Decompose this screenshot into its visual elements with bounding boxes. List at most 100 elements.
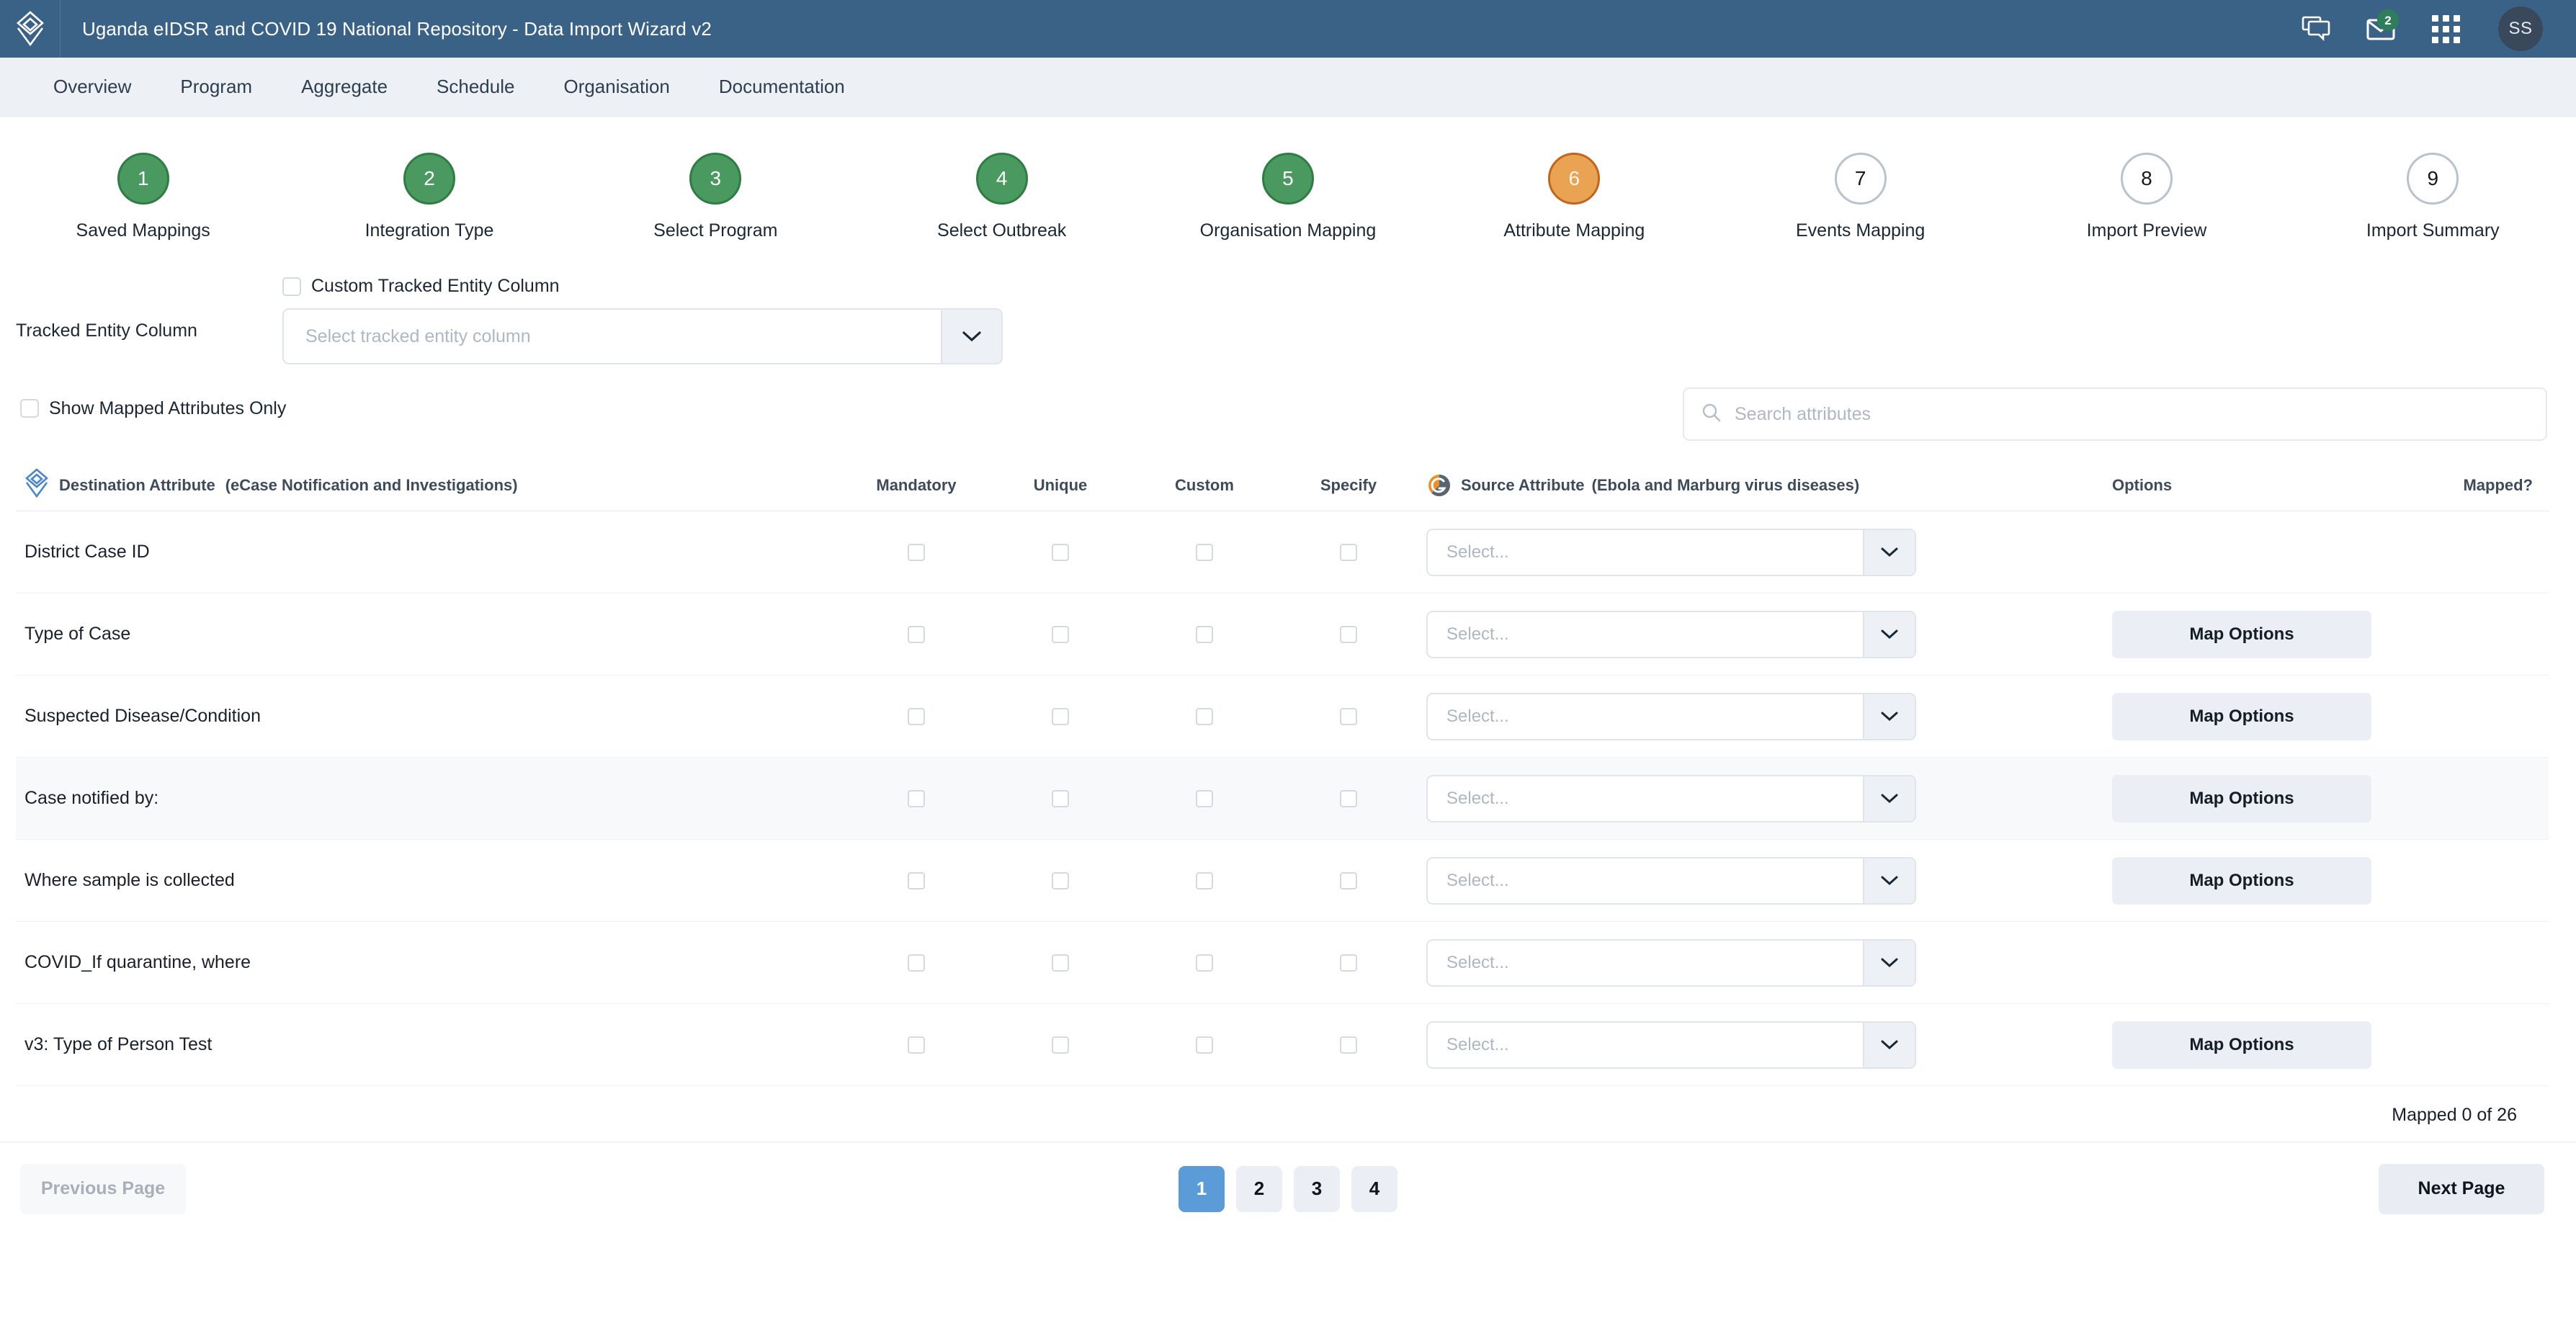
source-attribute-cell: Select... <box>1421 938 2083 987</box>
unique-checkbox[interactable] <box>1052 707 1069 725</box>
wizard-step-8[interactable]: 8 Import Preview <box>2003 153 2289 241</box>
search-attributes-input[interactable]: Search attributes <box>1683 387 2547 441</box>
map-options-button[interactable]: Map Options <box>2112 610 2371 658</box>
source-attribute-select[interactable]: Select... <box>1426 692 1916 740</box>
wizard-step-2[interactable]: 2 Integration Type <box>286 153 572 241</box>
wizard-step-6[interactable]: 6 Attribute Mapping <box>1431 153 1717 241</box>
custom-tracked-entity-column-row[interactable]: Custom Tracked Entity Column <box>282 276 1003 297</box>
mandatory-cell <box>844 625 988 643</box>
specify-checkbox[interactable] <box>1340 1036 1357 1054</box>
header-custom: Custom <box>1132 476 1276 495</box>
mandatory-cell <box>844 543 988 561</box>
destination-attribute-cell: Where sample is collected <box>16 870 844 891</box>
unique-cell <box>988 543 1132 561</box>
specify-checkbox[interactable] <box>1340 625 1357 643</box>
unique-checkbox[interactable] <box>1052 871 1069 889</box>
step-label-4: Select Outbreak <box>937 220 1067 241</box>
custom-checkbox[interactable] <box>1196 871 1213 889</box>
dhis2-diamond-logo-icon <box>24 468 49 502</box>
mandatory-checkbox[interactable] <box>908 707 925 725</box>
mandatory-checkbox[interactable] <box>908 871 925 889</box>
pagination-page-3[interactable]: 3 <box>1294 1165 1340 1212</box>
nav-item-schedule[interactable]: Schedule <box>412 76 539 98</box>
mandatory-checkbox[interactable] <box>908 543 925 561</box>
next-page-button[interactable]: Next Page <box>2379 1163 2544 1214</box>
wizard-step-3[interactable]: 3 Select Program <box>573 153 859 241</box>
app-logo[interactable] <box>0 0 61 58</box>
show-mapped-only-checkbox[interactable] <box>20 399 39 418</box>
header-options: Options <box>2083 476 2386 495</box>
custom-checkbox[interactable] <box>1196 954 1213 972</box>
specify-cell <box>1276 707 1421 725</box>
specify-checkbox[interactable] <box>1340 789 1357 807</box>
wizard-step-5[interactable]: 5 Organisation Mapping <box>1145 153 1431 241</box>
custom-checkbox[interactable] <box>1196 625 1213 643</box>
wizard-step-7[interactable]: 7 Events Mapping <box>1717 153 2003 241</box>
unique-checkbox[interactable] <box>1052 954 1069 972</box>
step-label-3: Select Program <box>653 220 778 241</box>
unique-checkbox[interactable] <box>1052 789 1069 807</box>
specify-checkbox[interactable] <box>1340 954 1357 972</box>
mandatory-checkbox[interactable] <box>908 954 925 972</box>
custom-checkbox[interactable] <box>1196 1036 1213 1054</box>
step-label-5: Organisation Mapping <box>1199 220 1377 241</box>
custom-cell <box>1132 543 1276 561</box>
source-attribute-select[interactable]: Select... <box>1426 610 1916 658</box>
map-options-button[interactable]: Map Options <box>2112 774 2371 822</box>
messages-button[interactable] <box>2299 12 2333 45</box>
nav-item-aggregate[interactable]: Aggregate <box>277 76 412 98</box>
show-mapped-only-row[interactable]: Show Mapped Attributes Only <box>20 398 286 419</box>
pagination-page-2[interactable]: 2 <box>1236 1165 1282 1212</box>
wizard-step-1[interactable]: 1 Saved Mappings <box>0 153 286 241</box>
custom-tracked-entity-column-label: Custom Tracked Entity Column <box>311 276 560 296</box>
previous-page-button[interactable]: Previous Page <box>20 1163 186 1214</box>
custom-checkbox[interactable] <box>1196 543 1213 561</box>
wizard-footer: Previous Page 1 2 3 4 Next Page <box>0 1142 2576 1235</box>
source-attribute-select[interactable]: Select... <box>1426 856 1916 905</box>
nav-item-documentation[interactable]: Documentation <box>694 76 869 98</box>
avatar[interactable]: SS <box>2498 6 2543 51</box>
mail-button[interactable]: 2 <box>2364 9 2399 45</box>
specify-checkbox[interactable] <box>1340 871 1357 889</box>
specify-cell <box>1276 871 1421 889</box>
unique-checkbox[interactable] <box>1052 1036 1069 1054</box>
map-options-button[interactable]: Map Options <box>2112 692 2371 740</box>
source-attribute-select-value: Select... <box>1446 624 1509 644</box>
unique-checkbox[interactable] <box>1052 625 1069 643</box>
map-options-button[interactable]: Map Options <box>2112 1021 2371 1069</box>
wizard-step-9[interactable]: 9 Import Summary <box>2290 153 2576 241</box>
specify-checkbox[interactable] <box>1340 543 1357 561</box>
unique-cell <box>988 871 1132 889</box>
specify-cell <box>1276 543 1421 561</box>
destination-attribute-cell: District Case ID <box>16 542 844 562</box>
wizard-step-4[interactable]: 4 Select Outbreak <box>859 153 1145 241</box>
nav-item-overview[interactable]: Overview <box>29 76 156 98</box>
mandatory-cell <box>844 954 988 972</box>
mandatory-checkbox[interactable] <box>908 789 925 807</box>
unique-checkbox[interactable] <box>1052 543 1069 561</box>
source-attribute-select[interactable]: Select... <box>1426 774 1916 822</box>
pagination-page-4[interactable]: 4 <box>1351 1165 1397 1212</box>
specify-checkbox[interactable] <box>1340 707 1357 725</box>
wizard-stepper: 1 Saved Mappings 2 Integration Type 3 Se… <box>0 117 2576 263</box>
apps-button[interactable] <box>2429 12 2462 45</box>
source-attribute-select[interactable]: Select... <box>1426 528 1916 576</box>
options-cell: Map Options <box>2083 856 2386 905</box>
pagination-page-1[interactable]: 1 <box>1179 1165 1225 1212</box>
tracked-entity-column-select[interactable]: Select tracked entity column <box>282 308 1003 364</box>
mandatory-checkbox[interactable] <box>908 625 925 643</box>
destination-attribute-name: v3: Type of Person Test <box>24 1034 213 1054</box>
custom-tracked-entity-column-checkbox[interactable] <box>282 277 301 296</box>
custom-checkbox[interactable] <box>1196 789 1213 807</box>
source-attribute-select[interactable]: Select... <box>1426 938 1916 987</box>
step-number-7: 7 <box>1834 153 1887 205</box>
nav-item-organisation[interactable]: Organisation <box>539 76 694 98</box>
source-attribute-select[interactable]: Select... <box>1426 1021 1916 1069</box>
header-specify-label: Specify <box>1320 475 1377 494</box>
mandatory-checkbox[interactable] <box>908 1036 925 1054</box>
map-options-button[interactable]: Map Options <box>2112 856 2371 905</box>
custom-checkbox[interactable] <box>1196 707 1213 725</box>
step-label-6: Attribute Mapping <box>1503 220 1645 241</box>
destination-attribute-cell: Case notified by: <box>16 788 844 809</box>
nav-item-program[interactable]: Program <box>156 76 277 98</box>
